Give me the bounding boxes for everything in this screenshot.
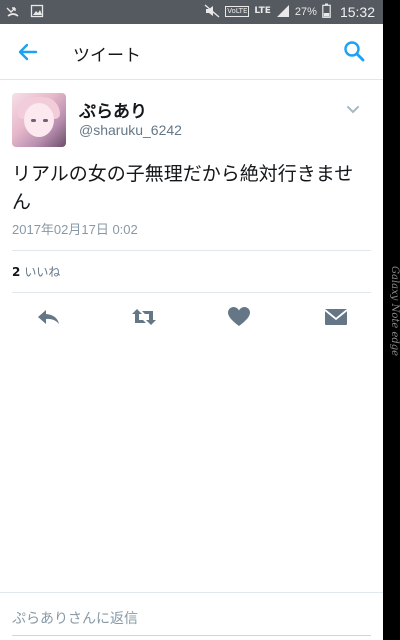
volte-badge: VoLTE: [225, 6, 250, 17]
gallery-icon: [30, 4, 44, 20]
likes-number: 2: [12, 265, 21, 279]
signal-icon: [276, 4, 290, 20]
status-left: [6, 4, 44, 20]
reply-icon[interactable]: [34, 303, 62, 331]
clock: 15:32: [339, 3, 375, 20]
screen: VoLTE LTE 27% 15:32 ツイート ぷらあり @sharuku_6…: [0, 0, 383, 640]
search-icon[interactable]: [343, 40, 365, 62]
divider: [0, 592, 383, 593]
arrow-left-icon[interactable]: [16, 40, 40, 64]
chevron-down-icon[interactable]: [346, 100, 360, 114]
battery-percent: 27%: [294, 5, 317, 18]
battery-icon: [322, 3, 331, 20]
status-bar: VoLTE LTE 27% 15:32: [0, 0, 383, 24]
lte-label: LTE: [254, 6, 271, 16]
missed-call-icon: [6, 4, 20, 20]
divider: [12, 292, 371, 293]
reply-input-underline: [12, 635, 371, 636]
likes-label: いいね: [24, 265, 61, 279]
likes-count[interactable]: 2 いいね: [12, 263, 60, 280]
avatar[interactable]: [12, 93, 66, 147]
divider: [12, 250, 371, 251]
retweet-icon[interactable]: [130, 303, 158, 331]
app-bar: ツイート: [0, 24, 383, 80]
page-title: ツイート: [73, 46, 141, 66]
message-icon[interactable]: [322, 303, 350, 331]
tweet-timestamp: 2017年02月17日 0:02: [12, 222, 138, 237]
user-handle[interactable]: @sharuku_6242: [79, 122, 182, 138]
mute-icon: [204, 4, 220, 20]
reply-input[interactable]: ぷらありさんに返信: [12, 608, 138, 628]
status-right: VoLTE LTE 27% 15:32: [204, 3, 375, 20]
display-name[interactable]: ぷらあり: [79, 97, 147, 122]
tweet-text: リアルの女の子無理だから絶対行きません: [12, 163, 354, 213]
heart-icon[interactable]: [225, 303, 253, 331]
tweet-actions: [0, 303, 383, 333]
device-edge-label: Galaxy Note edge: [389, 266, 400, 357]
